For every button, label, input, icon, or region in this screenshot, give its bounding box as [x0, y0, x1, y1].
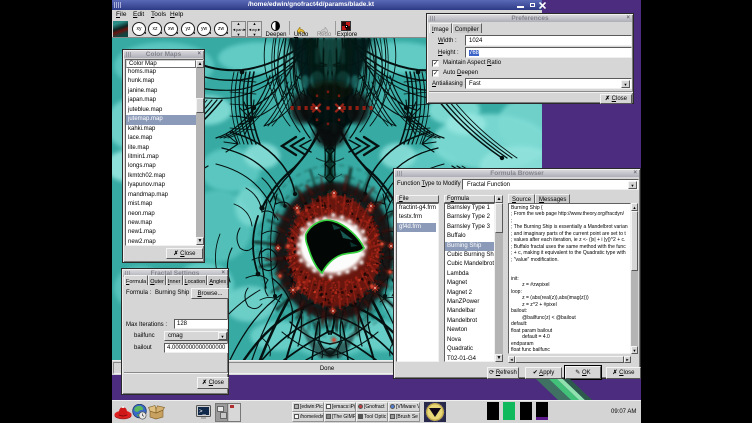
svg-text:>_: >_ — [199, 409, 207, 415]
